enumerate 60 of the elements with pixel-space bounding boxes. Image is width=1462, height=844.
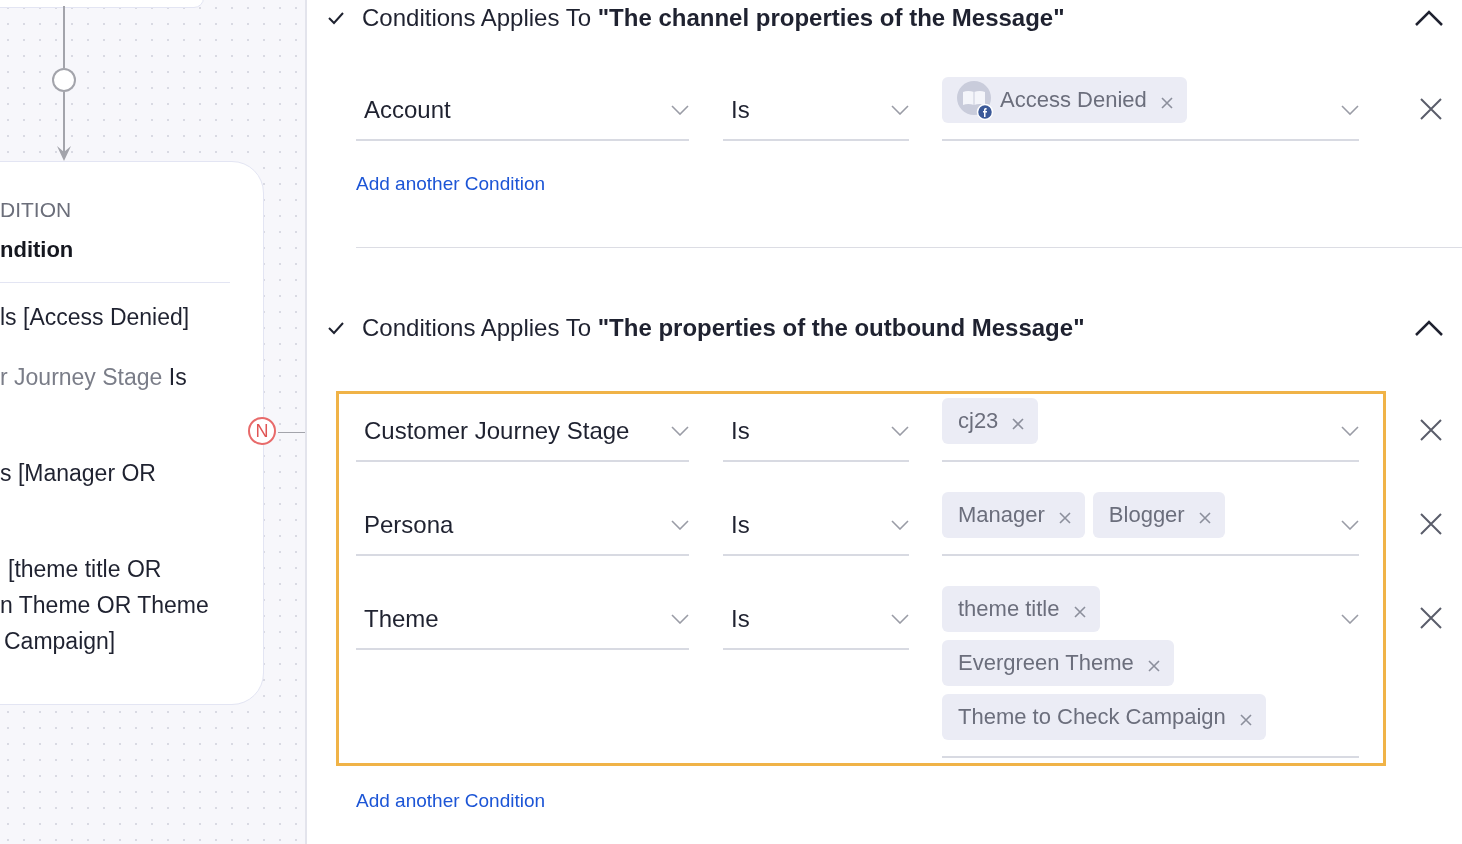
remove-icon[interactable] xyxy=(1147,660,1160,672)
chevron-down-icon xyxy=(891,105,909,115)
add-condition-link[interactable]: Add another Condition xyxy=(356,173,546,195)
field-dropdown[interactable]: Theme xyxy=(356,586,689,650)
chevron-down-icon xyxy=(1341,614,1359,624)
section-title: Conditions Applies To "The channel properties of the Message" xyxy=(362,4,1066,32)
condition-summary: s [Manager OR xyxy=(0,460,156,487)
value-chip: Access Denied xyxy=(942,77,1187,123)
chevron-down-icon xyxy=(891,426,909,436)
remove-icon[interactable] xyxy=(1160,97,1173,109)
value-chip: Evergreen Theme xyxy=(942,640,1174,686)
chevron-down-icon xyxy=(671,614,689,624)
close-button[interactable] xyxy=(1420,98,1442,120)
remove-icon[interactable] xyxy=(1058,512,1071,524)
remove-icon[interactable] xyxy=(1239,714,1252,726)
chevron-down-icon xyxy=(671,520,689,530)
value-select[interactable]: Manager Blogger xyxy=(942,492,1359,556)
value-select[interactable]: theme title Evergreen Theme Theme to Check Campaign xyxy=(942,586,1359,758)
value-chip: Manager xyxy=(942,492,1085,538)
chevron-down-icon xyxy=(1341,426,1359,436)
condition-summary: Campaign] xyxy=(4,628,116,655)
chevron-down-icon xyxy=(1341,520,1359,530)
value-chip: Theme to Check Campaign xyxy=(942,694,1266,740)
operator-dropdown[interactable]: Is xyxy=(723,77,909,141)
field-dropdown[interactable]: Persona xyxy=(356,492,689,556)
condition-summary: [theme title OR xyxy=(8,556,162,583)
remove-icon[interactable] xyxy=(1012,418,1025,430)
operator-dropdown[interactable]: Is xyxy=(723,398,909,462)
field-dropdown[interactable]: Customer Journey Stage xyxy=(356,398,689,462)
value-chip: Blogger xyxy=(1092,492,1225,538)
operator-dropdown[interactable]: Is xyxy=(723,586,909,650)
value-select[interactable]: Access Denied xyxy=(942,77,1359,141)
remove-icon[interactable] xyxy=(1198,512,1211,524)
node-title: ndition xyxy=(0,237,74,263)
condition-summary: ls [Access Denied] xyxy=(0,304,190,331)
chevron-down-icon xyxy=(671,105,689,115)
check-icon xyxy=(327,321,345,335)
chevron-down-icon xyxy=(891,520,909,530)
value-chip: cj23 xyxy=(942,398,1039,444)
chevron-down-icon xyxy=(1341,105,1359,115)
branch-badge[interactable]: N xyxy=(248,417,276,445)
chevron-down-icon xyxy=(671,426,689,436)
section-title: Conditions Applies To "The properties of the outbound Message" xyxy=(362,314,1086,342)
close-button[interactable] xyxy=(1420,419,1442,441)
condition-summary: r Journey Stage Is xyxy=(0,364,187,391)
remove-icon[interactable] xyxy=(1073,606,1086,618)
add-condition-link[interactable]: Add another Condition xyxy=(356,790,546,812)
close-button[interactable] xyxy=(1420,513,1442,535)
collapse-button[interactable] xyxy=(1414,319,1444,337)
node-type-label: DITION xyxy=(0,198,72,222)
collapse-button[interactable] xyxy=(1414,9,1444,27)
value-chip: theme title xyxy=(942,586,1100,632)
field-dropdown[interactable]: Account xyxy=(356,77,689,141)
check-icon xyxy=(327,11,345,25)
chevron-down-icon xyxy=(891,614,909,624)
operator-dropdown[interactable]: Is xyxy=(723,492,909,556)
condition-summary: n Theme OR Theme xyxy=(0,592,209,619)
close-button[interactable] xyxy=(1420,607,1442,629)
value-select[interactable]: cj23 xyxy=(942,398,1359,462)
book-avatar-icon xyxy=(956,80,994,120)
